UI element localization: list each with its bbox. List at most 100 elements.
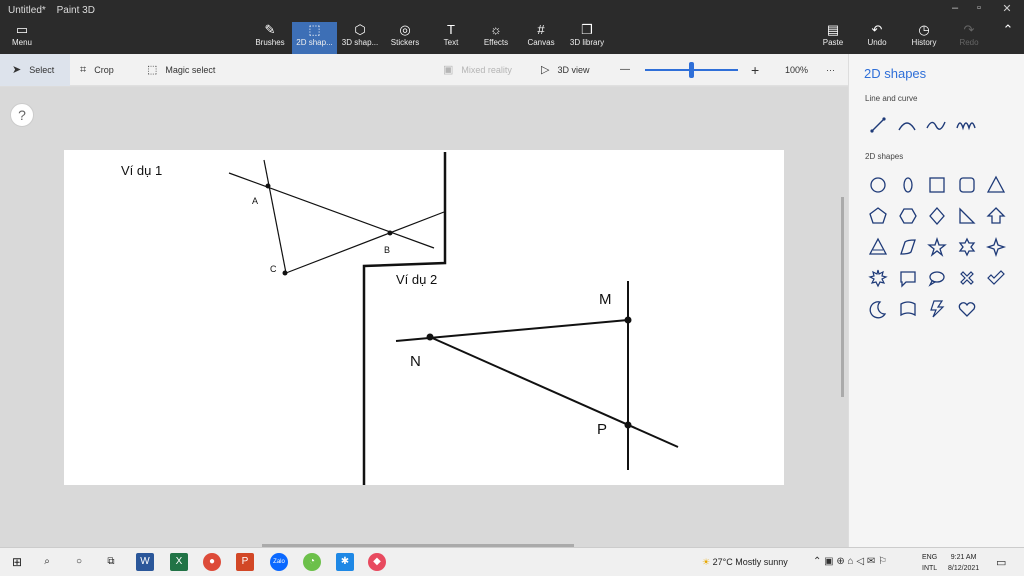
- pentagon-icon[interactable]: [867, 205, 889, 227]
- label-p: P: [597, 421, 608, 438]
- app-icon[interactable]: ✱: [336, 553, 354, 571]
- mixed-reality-button[interactable]: ▣ Mixed reality: [443, 54, 512, 86]
- help-button[interactable]: ?: [10, 103, 34, 127]
- more-options-button[interactable]: ···: [826, 54, 835, 86]
- 3d-view-icon: ▷: [541, 64, 550, 76]
- taskbar: ⊞ ⌕ ○ ⧉ W X ● P Zalo ◔ ✱ ◆ ☀ 27°C Mostly…: [0, 547, 1024, 576]
- word-icon[interactable]: W: [136, 553, 154, 571]
- powerpoint-icon[interactable]: P: [236, 553, 254, 571]
- star4-icon[interactable]: [985, 236, 1007, 258]
- history-button[interactable]: ◷ History: [906, 22, 942, 54]
- 2d-shapes-icon: ⬚: [308, 22, 321, 37]
- banner-icon[interactable]: [897, 298, 919, 320]
- tool-3d-shapes[interactable]: ⬡ 3D shap...: [339, 22, 381, 54]
- wave-curve-icon[interactable]: [925, 114, 947, 136]
- label-m: M: [599, 291, 612, 308]
- effects-icon: ☼: [490, 22, 502, 37]
- sun-icon: ☀: [702, 557, 711, 567]
- hexagon-icon[interactable]: [897, 205, 919, 227]
- square-icon[interactable]: [926, 174, 948, 196]
- chevron-up-icon: ⌃: [1002, 22, 1014, 37]
- notification-icon[interactable]: ▭: [996, 556, 1006, 569]
- zoom-out-button[interactable]: —: [620, 54, 630, 86]
- star5-icon[interactable]: [926, 236, 948, 258]
- clock[interactable]: 9:21 AM 8/12/2021: [948, 552, 979, 574]
- title-bar: Untitled* Paint 3D: [8, 5, 103, 16]
- redo-button[interactable]: ↷ Redo: [954, 22, 984, 54]
- 3d-view-button[interactable]: ▷ 3D view: [541, 54, 589, 86]
- search-icon[interactable]: ⌕: [38, 553, 56, 571]
- zoom-level[interactable]: 100%: [785, 54, 808, 86]
- system-tray[interactable]: ⌃ ▣ ⊕ ⌂ ◁ ✉ ⚐: [813, 556, 887, 567]
- select-button[interactable]: ➤ Select: [0, 54, 70, 86]
- chrome-icon[interactable]: ●: [203, 553, 221, 571]
- section-line-and-curve: Line and curve: [865, 94, 918, 103]
- triangle-outline-icon[interactable]: [867, 236, 889, 258]
- label-n: N: [410, 353, 421, 370]
- point-b: [387, 230, 393, 236]
- excel-icon[interactable]: X: [170, 553, 188, 571]
- paste-icon: ▤: [826, 22, 840, 37]
- moon-icon[interactable]: [867, 298, 889, 320]
- zalo-icon[interactable]: Zalo: [270, 553, 288, 571]
- weather-widget[interactable]: ☀ 27°C Mostly sunny: [702, 557, 788, 568]
- zigzag-curve-icon[interactable]: [955, 114, 977, 136]
- heart-icon[interactable]: [956, 298, 978, 320]
- right-triangle-icon[interactable]: [956, 205, 978, 227]
- coccoc-icon[interactable]: ◔: [303, 553, 321, 571]
- triangle-icon[interactable]: [985, 174, 1007, 196]
- menu-button[interactable]: ▭ Menu: [2, 22, 42, 54]
- tool-2d-shapes[interactable]: ⬚ 2D shap...: [292, 22, 337, 54]
- drawing-canvas[interactable]: Ví dụ 1 Ví dụ 2 A B C M N P: [64, 150, 784, 485]
- diamond-icon[interactable]: [926, 205, 948, 227]
- point-m: [624, 316, 632, 324]
- close-button[interactable]: ✕: [992, 2, 1022, 15]
- undo-button[interactable]: ↶ Undo: [862, 22, 892, 54]
- rounded-square-icon[interactable]: [956, 174, 978, 196]
- shapes-panel: 2D shapes Line and curve 2D shapes: [848, 54, 1024, 547]
- text-icon: T: [447, 22, 455, 37]
- menu-icon: ▭: [15, 22, 29, 37]
- paint3d-icon[interactable]: ◆: [368, 553, 386, 571]
- curve-icon[interactable]: [896, 114, 918, 136]
- undo-icon: ↶: [871, 22, 883, 37]
- tool-effects[interactable]: ☼ Effects: [478, 22, 514, 54]
- tool-canvas[interactable]: # Canvas: [524, 22, 558, 54]
- x-mark-icon[interactable]: [956, 267, 978, 289]
- tool-text[interactable]: T Text: [436, 22, 466, 54]
- parallelogram-icon[interactable]: [897, 236, 919, 258]
- tool-stickers[interactable]: ◎ Stickers: [386, 22, 424, 54]
- paste-button[interactable]: ▤ Paste: [818, 22, 848, 54]
- speech-bubble-icon[interactable]: [897, 267, 919, 289]
- point-c: [282, 270, 288, 276]
- maximize-button[interactable]: ▫: [964, 2, 994, 14]
- input-language[interactable]: ENG INTL: [922, 552, 937, 574]
- label-b: B: [384, 245, 391, 255]
- burst-icon[interactable]: [867, 267, 889, 289]
- zoom-in-button[interactable]: +: [751, 54, 759, 86]
- circle-icon[interactable]: [867, 174, 889, 196]
- collapse-ribbon-button[interactable]: ⌃: [996, 22, 1020, 54]
- cursor-icon: ➤: [12, 64, 22, 76]
- checkmark-icon[interactable]: [985, 267, 1007, 289]
- tool-3d-library[interactable]: ❒ 3D library: [564, 22, 610, 54]
- crop-button[interactable]: ⌗ Crop: [80, 54, 114, 86]
- star6-icon[interactable]: [956, 236, 978, 258]
- example1-title: Ví dụ 1: [121, 163, 163, 178]
- line-icon[interactable]: [867, 114, 889, 136]
- lightning-icon[interactable]: [926, 298, 948, 320]
- canvas-drawing: [228, 152, 679, 485]
- cortana-icon[interactable]: ○: [70, 553, 88, 571]
- tool-brushes[interactable]: ✎ Brushes: [252, 22, 288, 54]
- magic-select-button[interactable]: ⬚ Magic select: [147, 54, 215, 86]
- example2-title: Ví dụ 2: [396, 272, 438, 287]
- point-p: [624, 421, 632, 429]
- vertical-scrollbar[interactable]: [841, 197, 844, 397]
- task-view-icon[interactable]: ⧉: [102, 553, 120, 571]
- arrow-up-icon[interactable]: [985, 205, 1007, 227]
- thought-bubble-icon[interactable]: [926, 267, 948, 289]
- line-ab: [228, 172, 435, 249]
- ellipse-icon[interactable]: [897, 174, 919, 196]
- zoom-slider-thumb[interactable]: [689, 62, 694, 78]
- start-icon[interactable]: ⊞: [8, 553, 26, 571]
